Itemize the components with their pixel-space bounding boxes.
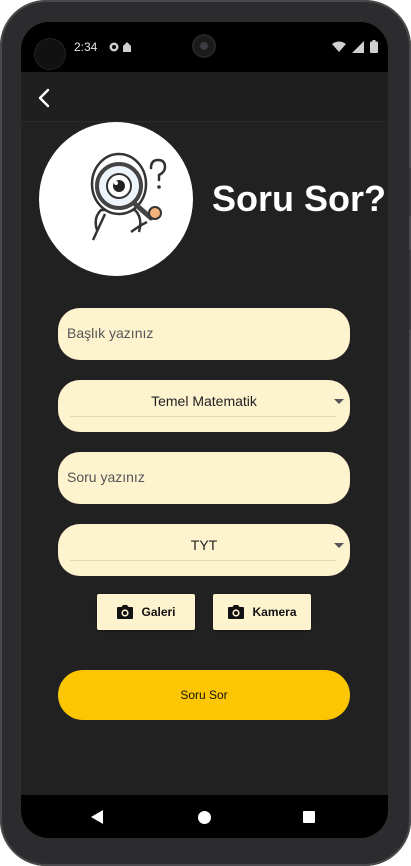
submit-button-label: Soru Sor [180,688,228,702]
subject-dropdown-value: Temel Matematik [151,393,257,409]
wifi-icon [332,41,346,52]
camera-icon [117,605,134,619]
page-title: Soru Sor? [212,178,387,219]
nav-recents-icon[interactable] [303,811,315,823]
chevron-left-icon [38,88,50,108]
status-bar: 2:34 [21,22,388,72]
main-content: Soru Sor? Başlık yazınız Temel Matematik… [21,122,388,795]
app-bar [21,72,388,122]
dropdown-underline [70,416,336,417]
app-logo [39,122,193,276]
title-input-placeholder: Başlık yazınız [67,325,154,341]
signal-icon [352,40,364,53]
gallery-button[interactable]: Galeri [97,594,195,630]
system-nav-bar [21,795,388,838]
status-icons [332,40,378,53]
dropdown-underline [70,560,336,561]
status-time: 2:34 [74,40,98,54]
dropdown-arrow-icon [334,543,344,548]
nav-back-icon[interactable] [91,810,103,824]
gallery-button-label: Galeri [141,605,176,619]
battery-icon [370,40,378,53]
phone-screen: 2:34 Soru Sor? Başlık yazınız Temel Mate… [21,22,388,838]
exam-dropdown-value: TYT [190,537,218,553]
exam-dropdown[interactable]: TYT [58,524,350,576]
question-input-placeholder: Soru yazınız [67,469,145,485]
camera-button-label: Kamera [252,605,297,619]
question-input[interactable]: Soru yazınız [58,452,350,504]
earpiece-camera [194,36,214,56]
subject-dropdown[interactable]: Temel Matematik [58,380,350,432]
camera-icon [228,605,245,619]
back-button[interactable] [29,83,59,113]
title-input[interactable]: Başlık yazınız [58,308,350,360]
magnifier-question-illustration [90,152,167,241]
front-camera-hole [35,39,65,69]
dropdown-arrow-icon [334,399,344,404]
device-frame: 2:34 Soru Sor? Başlık yazınız Temel Mate… [0,0,411,866]
camera-button[interactable]: Kamera [213,594,311,630]
submit-question-button[interactable]: Soru Sor [58,670,350,720]
status-notification-icons [109,40,135,58]
nav-home-icon[interactable] [198,811,211,824]
